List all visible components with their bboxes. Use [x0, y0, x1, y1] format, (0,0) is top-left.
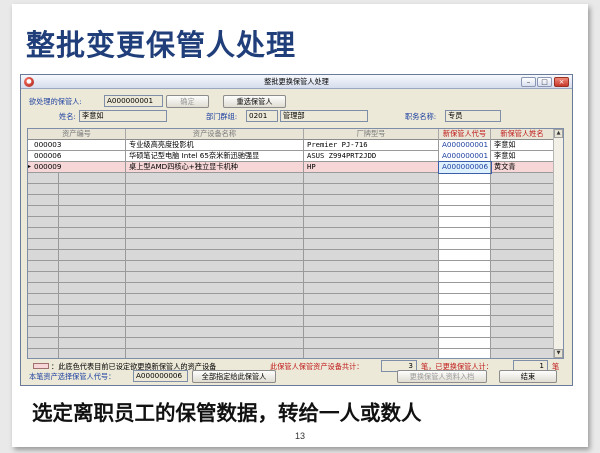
exit-button[interactable]: 结束 — [499, 370, 557, 383]
slide: 整批变更保管人处理 ● 整批更换保管人处理 – □ × 欲处理的保管人: A00… — [12, 4, 588, 447]
col-header-new-name[interactable]: 新保管人姓名 — [491, 129, 554, 140]
cell-asset-no[interactable]: 000006 — [31, 151, 126, 162]
table-row[interactable] — [28, 327, 554, 338]
maximize-button[interactable]: □ — [537, 77, 552, 87]
table-row[interactable] — [28, 239, 554, 250]
col-header-model[interactable]: 厂牌型号 — [304, 129, 439, 140]
table-row[interactable] — [28, 217, 554, 228]
table-row[interactable] — [28, 283, 554, 294]
table-row[interactable] — [28, 173, 554, 184]
table-row[interactable] — [28, 349, 554, 358]
page-number: 13 — [294, 431, 305, 441]
table-row[interactable]: 000006 华硕笔记型电脑 Intel 65奈米新迅驰强显 ASUS Z994PR… — [28, 151, 554, 162]
table-row[interactable] — [28, 316, 554, 327]
dept-code-field: 0201 — [246, 110, 278, 122]
table-row[interactable] — [28, 206, 554, 217]
select-custodian-label: 本笔资产选择保管人代号： — [29, 372, 116, 381]
highlight-legend-swatch — [33, 363, 49, 369]
table-row[interactable] — [28, 250, 554, 261]
table-row[interactable] — [28, 228, 554, 239]
asset-grid[interactable]: 资产编号 资产设备名称 厂牌型号 新保管人代号 新保管人姓名 000003 专业级… — [27, 128, 564, 359]
confirm-button[interactable]: 确定 — [166, 95, 209, 108]
cell-new-code[interactable]: A000000006 — [438, 161, 492, 174]
cell-asset-name[interactable]: 桌上型AMD四核心+独立显卡机种 — [126, 162, 304, 173]
cell-new-name[interactable]: 李意如 — [491, 151, 554, 162]
cell-new-name[interactable]: 黄文青 — [491, 162, 554, 173]
cell-new-code[interactable]: A000000001 — [439, 140, 491, 151]
total-label: 此保管人保管资产设备共计： — [270, 362, 364, 371]
assign-all-button[interactable]: 全部指定给此保管人 — [192, 370, 276, 383]
table-row[interactable] — [28, 305, 554, 316]
window-title: 整批更换保管人处理 — [264, 77, 329, 86]
slide-title: 整批变更保管人处理 — [26, 28, 297, 62]
table-row[interactable] — [28, 261, 554, 272]
cell-asset-name[interactable]: 专业级高亮度投影机 — [126, 140, 304, 151]
job-title-field: 专员 — [445, 110, 501, 122]
close-button[interactable]: × — [554, 77, 569, 87]
cell-model[interactable]: HP — [304, 162, 439, 173]
cell-new-name[interactable]: 李意如 — [491, 140, 554, 151]
table-row[interactable] — [28, 272, 554, 283]
col-header-new-code[interactable]: 新保管人代号 — [439, 129, 491, 140]
table-row[interactable] — [28, 338, 554, 349]
slide-caption: 选定离职员工的保管数据，转给一人或数人 — [32, 401, 422, 425]
table-row[interactable]: 000003 专业级高亮度投影机 Premier PJ-716 A000000001 李… — [28, 140, 554, 151]
table-row[interactable] — [28, 184, 554, 195]
window-titlebar[interactable]: ● 整批更换保管人处理 – □ × — [21, 75, 572, 89]
minimize-button[interactable]: – — [521, 77, 536, 87]
cell-asset-no[interactable]: 000009 — [31, 162, 126, 173]
name-field: 李意如 — [79, 110, 167, 122]
cell-new-code[interactable]: A000000001 — [439, 151, 491, 162]
custodian-label: 欲处理的保管人: — [29, 97, 82, 106]
write-changes-button[interactable]: 更换保管人资料入档 — [397, 370, 487, 383]
dept-name-field: 管理部 — [280, 110, 368, 122]
custodian-field[interactable]: A000000001 — [104, 95, 163, 107]
table-row[interactable] — [28, 294, 554, 305]
vertical-scrollbar[interactable]: ▲ ▼ — [553, 129, 563, 358]
scroll-up-icon[interactable]: ▲ — [554, 129, 563, 138]
job-title-label: 职务名称: — [405, 112, 437, 121]
reselect-custodian-button[interactable]: 重选保管人 — [223, 95, 286, 108]
cell-model[interactable]: ASUS Z994PRT2JDD — [304, 151, 439, 162]
app-window: ● 整批更换保管人处理 – □ × 欲处理的保管人: A000000001 确定… — [20, 74, 573, 386]
select-custodian-field[interactable]: A000000006 — [133, 370, 188, 382]
col-header-asset-name[interactable]: 资产设备名称 — [126, 129, 304, 140]
table-row[interactable] — [28, 195, 554, 206]
scroll-down-icon[interactable]: ▼ — [554, 349, 563, 358]
cell-model[interactable]: Premier PJ-716 — [304, 140, 439, 151]
col-header-asset-no[interactable]: 资产编号 — [28, 129, 126, 140]
cell-asset-name[interactable]: 华硕笔记型电脑 Intel 65奈米新迅驰强显 — [126, 151, 304, 162]
cell-asset-no[interactable]: 000003 — [31, 140, 126, 151]
table-row[interactable]: ▸ 000009 桌上型AMD四核心+独立显卡机种 HP A000000006 黄文青 — [28, 161, 554, 174]
dept-label: 部门群组: — [206, 112, 238, 121]
name-label: 姓名: — [59, 112, 76, 121]
